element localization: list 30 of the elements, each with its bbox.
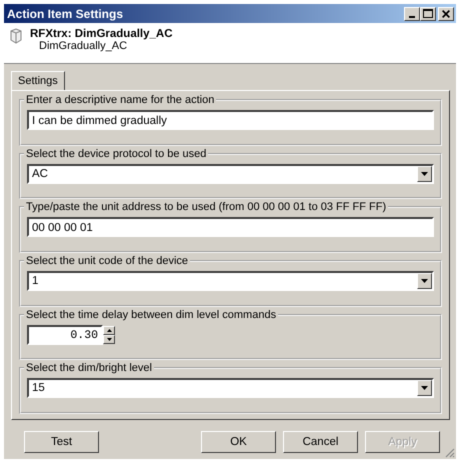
dropdown[interactable]: 15	[27, 378, 434, 398]
down-arrow-icon	[106, 338, 112, 341]
group-label: Select the time delay between dim level commands	[24, 308, 278, 321]
text-field[interactable]: I can be dimmed gradually	[27, 110, 434, 130]
dialog-button[interactable]: Test	[24, 431, 99, 453]
number-field[interactable]: 0.30	[27, 324, 103, 345]
minimize-button[interactable]	[404, 6, 420, 20]
group-label: Type/paste the unit address to be used (from 00 00 00 01 to 03 FF FF FF)	[24, 201, 388, 214]
group-label: Select the unit code of the device	[24, 255, 190, 268]
close-button[interactable]	[438, 6, 454, 20]
maximize-button[interactable]	[420, 6, 436, 20]
up-arrow-icon	[106, 328, 112, 332]
dialog-button[interactable]: Cancel	[283, 431, 358, 453]
dropdown[interactable]: AC	[27, 164, 434, 184]
minimize-icon	[409, 16, 415, 18]
maximize-icon	[423, 9, 433, 18]
close-icon	[442, 10, 450, 18]
text-field[interactable]: 00 00 00 01	[27, 217, 434, 238]
item-subtitle: DimGradually_AC	[39, 40, 128, 52]
dropdown[interactable]: 1	[27, 271, 434, 292]
device-icon	[8, 28, 24, 44]
resize-grip-icon[interactable]	[443, 446, 455, 458]
group-label: Enter a descriptive name for the action	[24, 94, 216, 106]
item-title: RFXtrx: DimGradually_AC	[30, 28, 173, 40]
group-label: Select the dim/bright level	[24, 362, 154, 374]
dialog-button[interactable]: OK	[201, 431, 276, 453]
spin-buttons[interactable]	[103, 326, 115, 344]
window-title: Action Item Settings	[7, 6, 124, 20]
tab[interactable]: Settings	[11, 71, 65, 90]
group-label: Select the device protocol to be used	[24, 148, 208, 160]
